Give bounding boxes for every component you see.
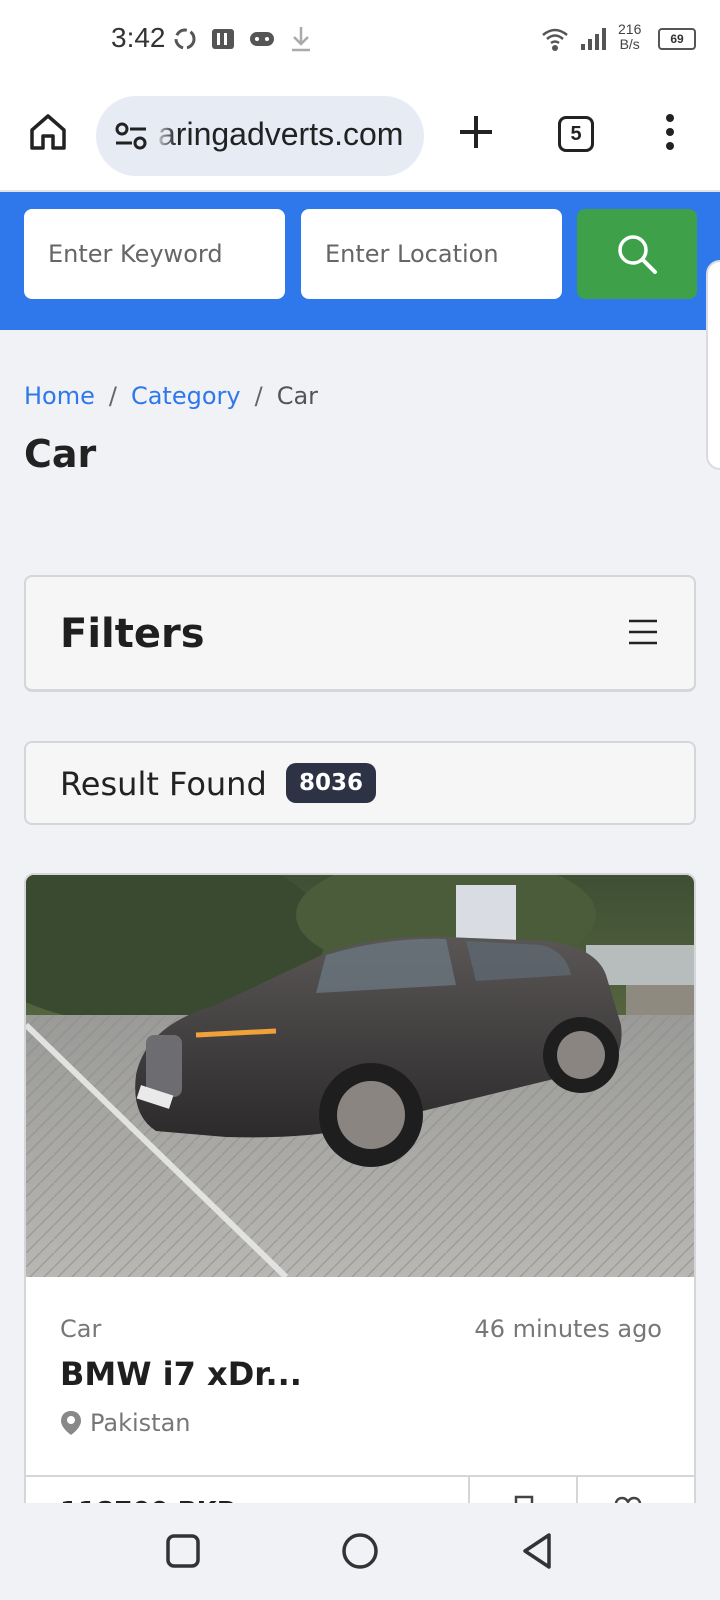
plus-icon bbox=[460, 116, 492, 148]
wifi-icon bbox=[540, 24, 570, 54]
location-pin-icon bbox=[61, 1411, 81, 1435]
listing-location-text: Pakistan bbox=[90, 1409, 191, 1437]
result-count-bar: Result Found 8036 bbox=[24, 741, 696, 825]
browser-menu-button[interactable] bbox=[660, 112, 680, 152]
result-count-badge: 8036 bbox=[286, 763, 376, 803]
status-time: 3:42 bbox=[111, 22, 166, 53]
system-nav-bar bbox=[0, 1503, 720, 1600]
hamburger-menu-icon[interactable] bbox=[628, 619, 658, 645]
status-bar: 3:42 216 B/s 69 bbox=[0, 0, 720, 80]
home-button[interactable] bbox=[26, 110, 70, 154]
listing-time: 46 minutes ago bbox=[474, 1315, 662, 1343]
breadcrumb-category[interactable]: Category bbox=[131, 382, 241, 410]
signal-icon bbox=[578, 24, 608, 54]
url-text: aringadverts.com bbox=[158, 116, 404, 152]
breadcrumb-current: Car bbox=[276, 382, 319, 410]
result-label: Result Found bbox=[60, 765, 267, 803]
filters-title: Filters bbox=[60, 611, 205, 657]
breadcrumb: Home / Category / Car bbox=[24, 382, 319, 410]
site-settings-icon[interactable] bbox=[114, 120, 148, 152]
home-nav-icon[interactable] bbox=[340, 1531, 380, 1571]
side-drawer-handle[interactable] bbox=[706, 260, 720, 470]
address-bar[interactable]: aringadverts.com bbox=[96, 96, 424, 176]
battery-indicator: 69 bbox=[658, 28, 696, 50]
gamepad-icon bbox=[247, 24, 277, 54]
browser-toolbar: aringadverts.com 5 bbox=[0, 80, 720, 192]
filters-panel[interactable]: Filters bbox=[24, 575, 696, 692]
breadcrumb-home[interactable]: Home bbox=[24, 382, 95, 410]
listing-category: Car bbox=[60, 1315, 102, 1343]
net-speed: 216 B/s bbox=[618, 21, 642, 52]
pi-icon bbox=[208, 24, 238, 54]
new-tab-button[interactable] bbox=[456, 112, 496, 152]
tab-switcher-button[interactable]: 5 bbox=[558, 116, 594, 152]
search-icon bbox=[618, 235, 657, 274]
sync-icon bbox=[170, 24, 200, 54]
recents-icon[interactable] bbox=[163, 1531, 203, 1571]
back-icon[interactable] bbox=[517, 1531, 557, 1571]
page-title: Car bbox=[24, 432, 97, 476]
search-bar bbox=[0, 192, 720, 330]
download-icon bbox=[286, 24, 316, 54]
listing-location: Pakistan bbox=[60, 1409, 191, 1437]
listing-title[interactable]: BMW i7 xDr... bbox=[60, 1355, 302, 1393]
listing-card[interactable]: Car 46 minutes ago BMW i7 xDr... Pakista… bbox=[24, 873, 696, 1513]
keyword-input[interactable] bbox=[24, 209, 285, 299]
search-button[interactable] bbox=[577, 209, 697, 299]
location-input[interactable] bbox=[301, 209, 562, 299]
more-vert-icon bbox=[666, 114, 674, 150]
home-icon bbox=[30, 114, 66, 150]
listing-image[interactable] bbox=[26, 875, 696, 1277]
